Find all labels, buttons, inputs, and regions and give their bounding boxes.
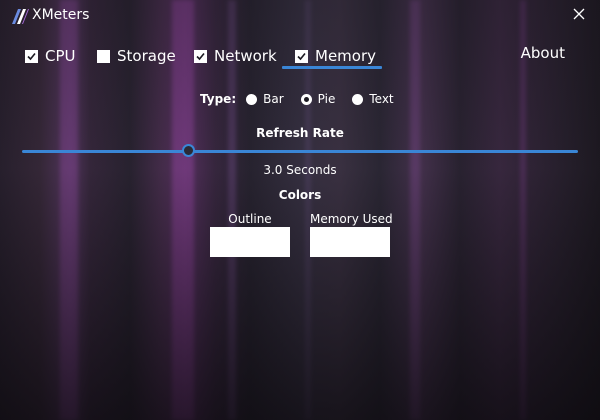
type-option-label: Bar bbox=[263, 92, 284, 106]
type-option-text[interactable]: Text bbox=[352, 92, 394, 106]
type-option-label: Pie bbox=[317, 92, 336, 106]
tab-cpu[interactable]: CPU bbox=[25, 44, 76, 68]
checkmark-icon bbox=[27, 52, 36, 60]
type-option-bar[interactable]: Bar bbox=[246, 92, 284, 106]
close-button[interactable] bbox=[566, 4, 592, 28]
storage-checkbox[interactable] bbox=[97, 49, 110, 63]
type-label: Type: bbox=[200, 92, 237, 106]
tab-cpu-label: CPU bbox=[45, 47, 76, 65]
refresh-rate-title: Refresh Rate bbox=[256, 126, 344, 140]
refresh-rate-slider[interactable] bbox=[22, 144, 578, 157]
title-bar: XMeters bbox=[0, 0, 600, 32]
radio-selected-icon bbox=[300, 93, 312, 105]
slider-thumb[interactable] bbox=[181, 144, 195, 157]
network-checkbox[interactable] bbox=[194, 49, 207, 63]
xmeters-logo-icon bbox=[10, 7, 30, 25]
checkmark-icon bbox=[196, 52, 205, 60]
outline-color-swatch[interactable] bbox=[210, 227, 290, 257]
radio-icon bbox=[352, 93, 364, 105]
cpu-checkbox[interactable] bbox=[25, 49, 38, 63]
tab-storage[interactable]: Storage bbox=[97, 44, 176, 68]
selected-tab-indicator bbox=[282, 66, 382, 69]
about-link[interactable]: About bbox=[521, 44, 565, 62]
type-option-pie[interactable]: Pie bbox=[300, 92, 336, 106]
close-icon bbox=[573, 8, 585, 24]
tab-network[interactable]: Network bbox=[194, 44, 277, 68]
refresh-rate-value: 3.0 Seconds bbox=[263, 163, 337, 177]
window-title: XMeters bbox=[32, 7, 90, 23]
type-option-label: Text bbox=[369, 92, 394, 106]
outline-color-group: Outline bbox=[210, 212, 290, 257]
radio-icon bbox=[246, 93, 258, 105]
tab-memory[interactable]: Memory bbox=[295, 44, 376, 68]
type-selector: Type: Bar Pie Text bbox=[200, 91, 411, 107]
memory-used-color-swatch[interactable] bbox=[310, 227, 390, 257]
checkmark-icon bbox=[297, 52, 306, 60]
memory-used-color-group: Memory Used bbox=[310, 212, 393, 257]
tab-storage-label: Storage bbox=[117, 47, 176, 65]
tab-network-label: Network bbox=[214, 47, 277, 65]
memory-used-color-label: Memory Used bbox=[310, 212, 393, 226]
outline-color-label: Outline bbox=[228, 212, 272, 226]
memory-checkbox[interactable] bbox=[295, 49, 308, 63]
colors-title: Colors bbox=[278, 188, 322, 202]
tab-memory-label: Memory bbox=[315, 47, 377, 65]
